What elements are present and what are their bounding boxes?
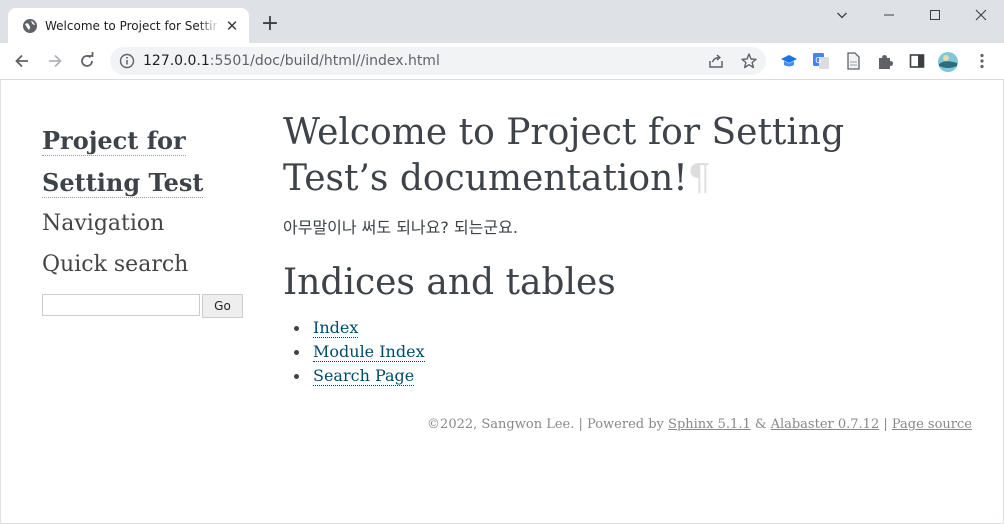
bookmark-star-icon[interactable] bbox=[740, 52, 758, 70]
share-icon[interactable] bbox=[707, 52, 725, 70]
document-extension-icon[interactable] bbox=[843, 51, 863, 71]
tab-title-fade bbox=[198, 16, 220, 36]
svg-text:G: G bbox=[815, 56, 821, 65]
tab-search-button[interactable] bbox=[819, 0, 865, 32]
list-item: Module Index bbox=[283, 340, 425, 364]
url-text[interactable]: 127.0.0.1:5501/doc/build/html//index.htm… bbox=[143, 52, 440, 70]
sphinx-link[interactable]: Sphinx 5.1.1 bbox=[668, 417, 751, 432]
back-icon[interactable] bbox=[12, 51, 32, 71]
logo-line-1[interactable]: Project for bbox=[42, 126, 186, 156]
page-title-line-2: Test’s documentation! bbox=[283, 158, 688, 199]
alabaster-link[interactable]: Alabaster 0.7.12 bbox=[771, 417, 880, 432]
intro-paragraph: 아무말이나 써도 되나요? 되는군요. bbox=[283, 218, 518, 237]
extension-cap-icon[interactable] bbox=[779, 51, 799, 71]
page-source-link[interactable]: Page source bbox=[892, 417, 972, 432]
extensions-puzzle-icon[interactable] bbox=[875, 51, 895, 71]
index-link[interactable]: Index bbox=[313, 318, 359, 338]
address-bar[interactable]: 127.0.0.1:5501/doc/build/html//index.htm… bbox=[110, 47, 766, 75]
logo-line-2[interactable]: Setting Test bbox=[42, 168, 204, 198]
menu-kebab-icon[interactable] bbox=[972, 51, 992, 71]
forward-icon[interactable] bbox=[45, 51, 65, 71]
search-page-link[interactable]: Search Page bbox=[313, 366, 415, 386]
page-title: Welcome to Project for Setting Test’s do… bbox=[283, 110, 883, 202]
browser-toolbar: 127.0.0.1:5501/doc/build/html//index.htm… bbox=[0, 43, 1004, 80]
maximize-button[interactable] bbox=[912, 0, 958, 32]
indices-list: Index Module Index Search Page bbox=[283, 316, 425, 388]
minimize-button[interactable] bbox=[866, 0, 912, 32]
site-info-icon[interactable] bbox=[119, 53, 135, 69]
quick-search-heading: Quick search bbox=[42, 252, 189, 277]
globe-icon bbox=[22, 18, 38, 34]
page-viewport: Project for Setting Test Navigation Quic… bbox=[1, 80, 1003, 523]
footer-copyright: ©2022, Sangwon Lee. bbox=[427, 417, 575, 432]
minimize-icon bbox=[884, 14, 894, 16]
project-logo-link[interactable]: Project for Setting Test bbox=[42, 120, 242, 204]
list-item: Search Page bbox=[283, 364, 425, 388]
close-tab-icon[interactable]: ✕ bbox=[224, 18, 240, 34]
close-window-button[interactable] bbox=[958, 0, 1004, 32]
search-go-button[interactable]: Go bbox=[202, 294, 243, 318]
profile-avatar[interactable] bbox=[937, 51, 958, 72]
bullet-icon bbox=[294, 374, 299, 379]
page-title-line-1: Welcome to Project for Setting bbox=[283, 112, 845, 153]
permalink-pilcrow[interactable]: ¶ bbox=[688, 158, 711, 199]
bullet-icon bbox=[294, 350, 299, 355]
browser-tab[interactable]: Welcome to Project for Setting Test’s do… bbox=[8, 8, 249, 43]
reload-icon[interactable] bbox=[77, 51, 97, 71]
list-item: Index bbox=[283, 316, 425, 340]
tab-title: Welcome to Project for Setting Test’s do… bbox=[45, 19, 217, 33]
bullet-icon bbox=[294, 326, 299, 331]
side-panel-icon[interactable] bbox=[907, 51, 927, 71]
footer: ©2022, Sangwon Lee. | Powered by Sphinx … bbox=[427, 416, 972, 434]
footer-separator-2: | bbox=[879, 417, 892, 432]
chevron-down-icon bbox=[837, 12, 847, 19]
close-icon bbox=[975, 9, 987, 21]
search-input[interactable] bbox=[42, 294, 200, 316]
tab-strip: Welcome to Project for Setting Test’s do… bbox=[0, 0, 1004, 43]
footer-amp: & bbox=[750, 417, 771, 432]
translate-icon[interactable]: G bbox=[811, 51, 831, 71]
new-tab-button[interactable]: + bbox=[260, 13, 280, 35]
url-path: :5501/doc/build/html//index.html bbox=[209, 53, 440, 69]
module-index-link[interactable]: Module Index bbox=[313, 342, 425, 362]
url-host: 127.0.0.1 bbox=[143, 53, 210, 69]
footer-separator: | Powered by bbox=[574, 417, 669, 432]
navigation-heading: Navigation bbox=[42, 211, 165, 236]
indices-heading: Indices and tables bbox=[283, 262, 616, 303]
maximize-icon bbox=[930, 10, 940, 20]
